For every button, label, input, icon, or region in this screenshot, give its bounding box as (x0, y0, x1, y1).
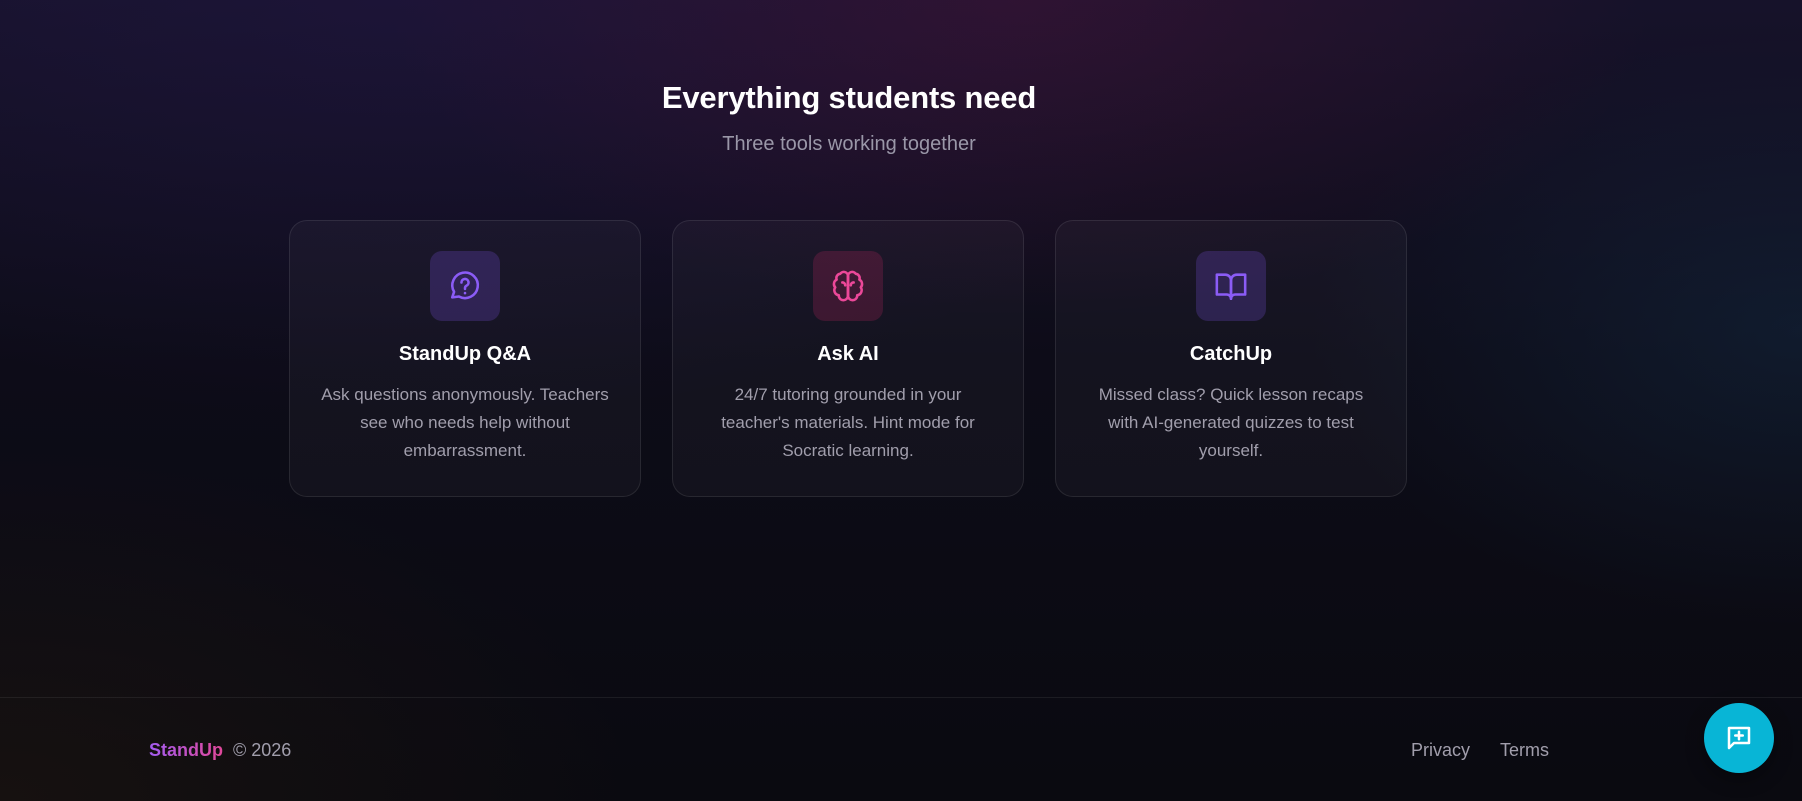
section-title: Everything students need (661, 80, 1037, 115)
card-title: StandUp Q&A (398, 343, 532, 365)
card-description: Missed class? Quick lesson recaps with A… (1098, 385, 1364, 460)
footer-brand-group: StandUp © 2026 (149, 740, 291, 761)
section-subtitle: Three tools working together (722, 133, 976, 155)
feature-cards: StandUp Q&A Ask questions anonymously. T… (289, 220, 1407, 497)
card-description: Ask questions anonymously. Teachers see … (321, 385, 609, 460)
brain-icon (813, 251, 883, 321)
features-section: Everything students need Three tools wor… (0, 0, 1802, 697)
card-title: CatchUp (1189, 343, 1273, 365)
terms-link[interactable]: Terms (1500, 740, 1549, 761)
privacy-link[interactable]: Privacy (1411, 740, 1470, 761)
message-plus-icon (1724, 723, 1754, 753)
message-question-icon (430, 251, 500, 321)
feature-card-catchup: CatchUp Missed class? Quick lesson recap… (1055, 220, 1407, 497)
copyright-text: © 2026 (233, 740, 292, 760)
footer: StandUp © 2026 Privacy Terms (0, 697, 1802, 801)
feature-card-ask-ai: Ask AI 24/7 tutoring grounded in your te… (672, 220, 1024, 497)
brand-logo[interactable]: StandUp (149, 740, 223, 761)
footer-links: Privacy Terms (1411, 740, 1549, 761)
book-open-icon (1196, 251, 1266, 321)
card-title: Ask AI (817, 343, 879, 365)
feature-card-standup-qa: StandUp Q&A Ask questions anonymously. T… (289, 220, 641, 497)
feedback-chat-button[interactable] (1704, 703, 1774, 773)
card-description: 24/7 tutoring grounded in your teacher's… (721, 385, 975, 460)
